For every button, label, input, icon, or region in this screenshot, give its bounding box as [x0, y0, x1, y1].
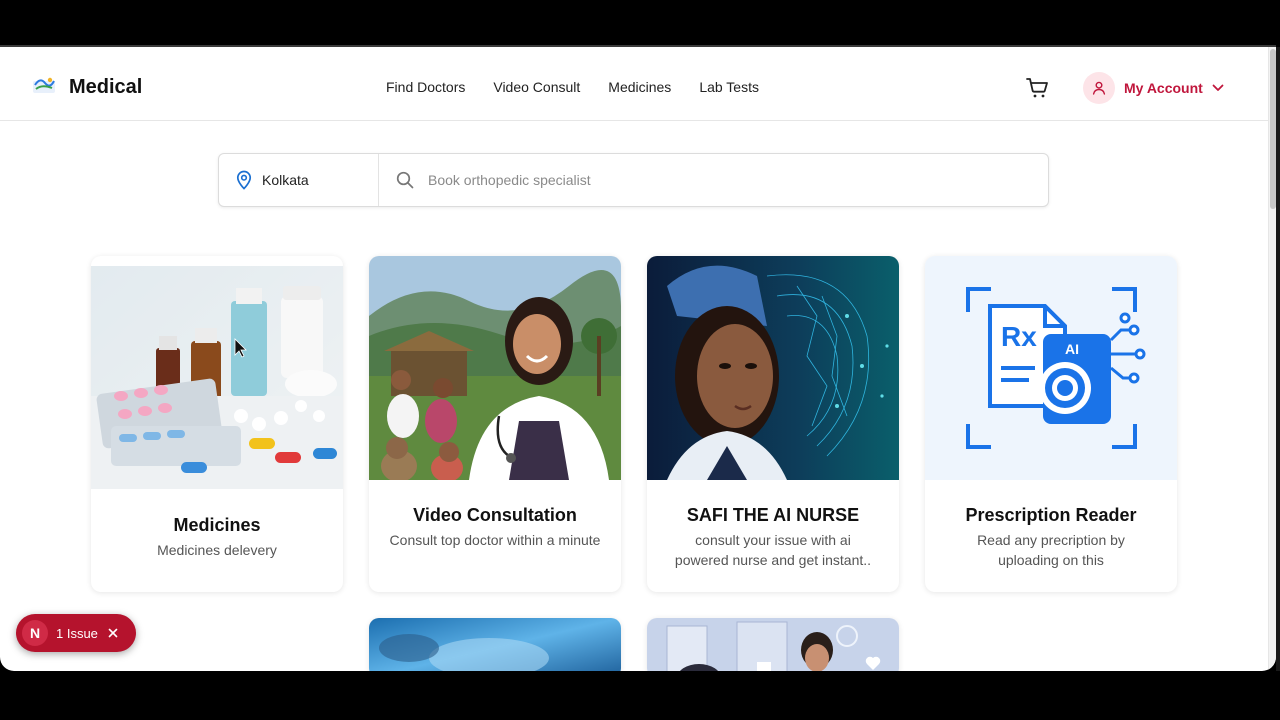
card-description: Read any precription by uploading on thi…	[977, 532, 1125, 568]
user-icon	[1092, 81, 1106, 95]
service-card-row2-2[interactable]	[647, 618, 899, 671]
account-menu[interactable]: My Account	[1083, 72, 1224, 104]
user-avatar	[1083, 72, 1115, 104]
issue-count: 1 Issue	[56, 625, 98, 641]
nav-lab-tests[interactable]: Lab Tests	[699, 79, 759, 95]
video-consultation-image	[369, 256, 621, 480]
card-description: Medicines delevery	[157, 542, 277, 558]
medicines-image	[91, 266, 343, 489]
service-card-video-consultation[interactable]: Video Consultation Consult top doctor wi…	[369, 256, 621, 592]
service-card-ai-nurse[interactable]: SAFI THE AI NURSE consult your issue wit…	[647, 256, 899, 592]
site-header: Medical Find Doctors Video Consult Medic…	[0, 47, 1268, 121]
search-field	[379, 154, 1048, 206]
service-card-prescription-reader[interactable]: Rx AI Prescription Reader Read any precr…	[925, 256, 1177, 592]
nav-find-doctors[interactable]: Find Doctors	[386, 79, 465, 95]
card-description: Consult top doctor within a minute	[389, 532, 601, 548]
window-right-edge	[1276, 47, 1280, 671]
ai-nurse-image	[647, 256, 899, 480]
card-title: SAFI THE AI NURSE	[686, 505, 860, 525]
nav-video-consult[interactable]: Video Consult	[493, 79, 580, 95]
page-scrollbar[interactable]	[1268, 47, 1276, 671]
service-card-image	[647, 618, 899, 671]
location-selector[interactable]: Kolkata	[219, 154, 379, 206]
prescription-reader-image: Rx AI	[925, 256, 1177, 480]
card-title: Video Consultation	[413, 505, 577, 525]
card-description: consult your issue with ai powered nurse…	[674, 532, 872, 568]
main-nav: Find Doctors Video Consult Medicines Lab…	[386, 79, 759, 95]
search-icon	[396, 171, 414, 189]
search-bar: Kolkata	[218, 153, 1049, 207]
chevron-down-icon	[1212, 84, 1224, 91]
service-card-medicines[interactable]: Medicines Medicines delevery	[91, 256, 343, 592]
location-value: Kolkata	[262, 172, 309, 188]
card-title: Prescription Reader	[965, 505, 1137, 525]
cart-icon[interactable]	[1026, 77, 1050, 99]
nav-medicines[interactable]: Medicines	[608, 79, 671, 95]
brand-name[interactable]: Medical	[69, 76, 142, 99]
close-icon[interactable]	[108, 628, 118, 638]
ai-label: AI	[1065, 341, 1079, 357]
service-card-image	[369, 618, 621, 671]
issue-badge[interactable]: N 1 Issue	[16, 614, 136, 652]
location-pin-icon	[236, 170, 252, 190]
logo-icon	[33, 77, 55, 93]
search-input[interactable]	[428, 172, 988, 188]
account-label: My Account	[1124, 80, 1203, 96]
nextjs-icon: N	[22, 620, 48, 646]
rx-symbol: Rx	[1001, 321, 1037, 352]
service-card-row2-1[interactable]	[369, 618, 621, 671]
app-window: Medical Find Doctors Video Consult Medic…	[0, 47, 1276, 671]
card-title: Medicines	[173, 515, 261, 535]
